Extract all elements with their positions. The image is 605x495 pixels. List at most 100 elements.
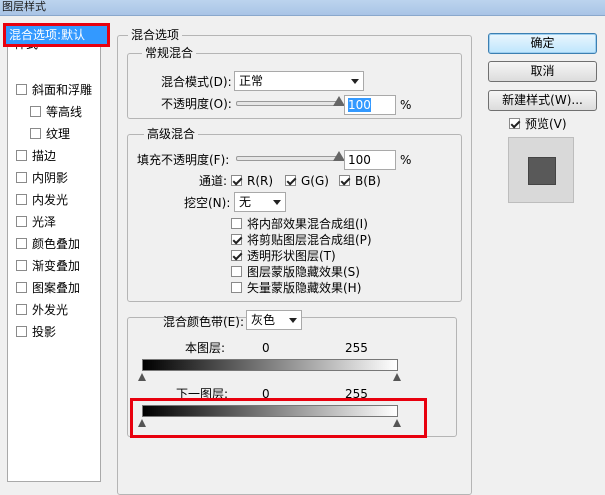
- channel-b-label: B(B): [355, 174, 381, 188]
- ok-button[interactable]: 确定: [488, 33, 597, 54]
- checkbox-icon: [231, 218, 242, 229]
- style-item-label: 颜色叠加: [32, 237, 81, 251]
- checkbox-icon[interactable]: [16, 172, 27, 183]
- opacity-value: 100: [348, 98, 371, 112]
- knockout-select[interactable]: 无: [234, 192, 286, 212]
- style-item-label: 等高线: [46, 105, 83, 119]
- advanced-blending-title: 高级混合: [144, 127, 199, 141]
- style-item-label: 混合选项:默认: [9, 28, 86, 42]
- channel-r-checkbox[interactable]: R(R): [231, 173, 273, 189]
- advanced-option-label: 将内部效果混合成组(I): [247, 217, 368, 231]
- preview-checkbox[interactable]: 预览(V): [509, 116, 567, 132]
- style-item[interactable]: 斜面和浮雕: [16, 81, 92, 99]
- checkbox-icon[interactable]: [16, 84, 27, 95]
- checkbox-icon: [231, 234, 242, 245]
- this-layer-high-slider[interactable]: [393, 373, 401, 381]
- checkbox-icon: [285, 175, 296, 186]
- window-title: 图层样式: [2, 0, 46, 13]
- opacity-unit: %: [400, 98, 412, 112]
- checkbox-icon: [339, 175, 350, 186]
- advanced-option-checkbox[interactable]: 将内部效果混合成组(I): [231, 216, 368, 232]
- this-layer-low-value: 0: [262, 341, 270, 355]
- new-style-button[interactable]: 新建样式(W)...: [488, 90, 597, 111]
- highlight-annotation-box: [130, 398, 427, 438]
- style-item[interactable]: 颜色叠加: [16, 235, 80, 253]
- styles-list: 样式 斜面和浮雕等高线纹理描边内阴影内发光光泽颜色叠加渐变叠加图案叠加外发光投影: [7, 30, 101, 482]
- style-item-label: 内阴影: [32, 171, 69, 185]
- style-item-label: 内发光: [32, 193, 69, 207]
- knockout-value: 无: [239, 195, 252, 209]
- style-item-label: 描边: [32, 149, 57, 163]
- style-preview-thumbnail: [508, 137, 574, 203]
- chevron-down-icon: [351, 79, 359, 84]
- knockout-label: 挖空(N):: [184, 196, 231, 210]
- ok-button-label: 确定: [530, 36, 555, 50]
- style-item-label: 投影: [32, 325, 57, 339]
- advanced-option-label: 矢量蒙版隐藏效果(H): [247, 281, 362, 295]
- style-item-blending-options[interactable]: 混合选项:默认: [3, 23, 110, 47]
- style-item-label: 图案叠加: [32, 281, 81, 295]
- blend-mode-select[interactable]: 正常: [234, 71, 364, 91]
- this-layer-label: 本图层:: [185, 341, 226, 355]
- blend-if-label: 混合颜色带(E):: [163, 315, 244, 329]
- channel-b-checkbox[interactable]: B(B): [339, 173, 381, 189]
- checkbox-icon: [509, 118, 520, 129]
- general-blending-title: 常规混合: [142, 46, 197, 60]
- style-item-label: 光泽: [32, 215, 57, 229]
- new-style-button-label: 新建样式(W)...: [502, 93, 583, 107]
- this-layer-low-slider[interactable]: [138, 373, 146, 381]
- fill-opacity-input[interactable]: 100: [344, 150, 396, 170]
- this-layer-gradient: [142, 359, 398, 371]
- channel-g-checkbox[interactable]: G(G): [285, 173, 329, 189]
- advanced-option-checkbox[interactable]: 矢量蒙版隐藏效果(H): [231, 280, 361, 296]
- checkbox-icon[interactable]: [16, 150, 27, 161]
- checkbox-icon[interactable]: [30, 128, 41, 139]
- style-item[interactable]: 外发光: [16, 301, 68, 319]
- checkbox-icon[interactable]: [16, 238, 27, 249]
- preview-swatch: [528, 157, 556, 185]
- checkbox-icon[interactable]: [16, 194, 27, 205]
- style-item[interactable]: 渐变叠加: [16, 257, 80, 275]
- fill-opacity-label: 填充不透明度(F):: [137, 153, 230, 167]
- cancel-button[interactable]: 取消: [488, 61, 597, 82]
- style-item[interactable]: 投影: [16, 323, 56, 341]
- preview-label: 预览(V): [525, 117, 567, 131]
- opacity-label: 不透明度(O):: [161, 97, 232, 111]
- window-titlebar: 图层样式: [0, 0, 605, 16]
- style-item-label: 渐变叠加: [32, 259, 81, 273]
- checkbox-icon[interactable]: [16, 304, 27, 315]
- style-item[interactable]: 描边: [16, 147, 56, 165]
- opacity-slider-track[interactable]: [236, 101, 340, 106]
- blend-mode-label: 混合模式(D):: [161, 75, 232, 89]
- fill-opacity-slider-track[interactable]: [236, 156, 340, 161]
- advanced-option-checkbox[interactable]: 图层蒙版隐藏效果(S): [231, 264, 360, 280]
- checkbox-icon[interactable]: [16, 216, 27, 227]
- style-item[interactable]: 纹理: [30, 125, 70, 143]
- channels-label: 通道:: [199, 174, 228, 188]
- style-item[interactable]: 内发光: [16, 191, 68, 209]
- checkbox-icon[interactable]: [16, 282, 27, 293]
- blend-options-title: 混合选项: [128, 28, 183, 42]
- opacity-input[interactable]: 100: [344, 95, 396, 115]
- checkbox-icon: [231, 282, 242, 293]
- advanced-option-label: 透明形状图层(T): [247, 249, 336, 263]
- advanced-option-label: 图层蒙版隐藏效果(S): [247, 265, 360, 279]
- style-item[interactable]: 图案叠加: [16, 279, 80, 297]
- style-item-label: 纹理: [46, 127, 71, 141]
- checkbox-icon: [231, 175, 242, 186]
- channel-r-label: R(R): [247, 174, 274, 188]
- blend-if-value: 灰色: [251, 313, 276, 327]
- blend-if-select[interactable]: 灰色: [246, 310, 302, 330]
- advanced-option-checkbox[interactable]: 将剪贴图层混合成组(P): [231, 232, 372, 248]
- checkbox-icon[interactable]: [16, 260, 27, 271]
- style-item[interactable]: 等高线: [30, 103, 82, 121]
- this-layer-high-value: 255: [345, 341, 368, 355]
- style-item-label: 外发光: [32, 303, 69, 317]
- checkbox-icon[interactable]: [30, 106, 41, 117]
- cancel-button-label: 取消: [530, 64, 555, 78]
- style-item[interactable]: 内阴影: [16, 169, 68, 187]
- advanced-option-checkbox[interactable]: 透明形状图层(T): [231, 248, 336, 264]
- checkbox-icon[interactable]: [16, 326, 27, 337]
- style-item-label: 斜面和浮雕: [32, 83, 93, 97]
- style-item[interactable]: 光泽: [16, 213, 56, 231]
